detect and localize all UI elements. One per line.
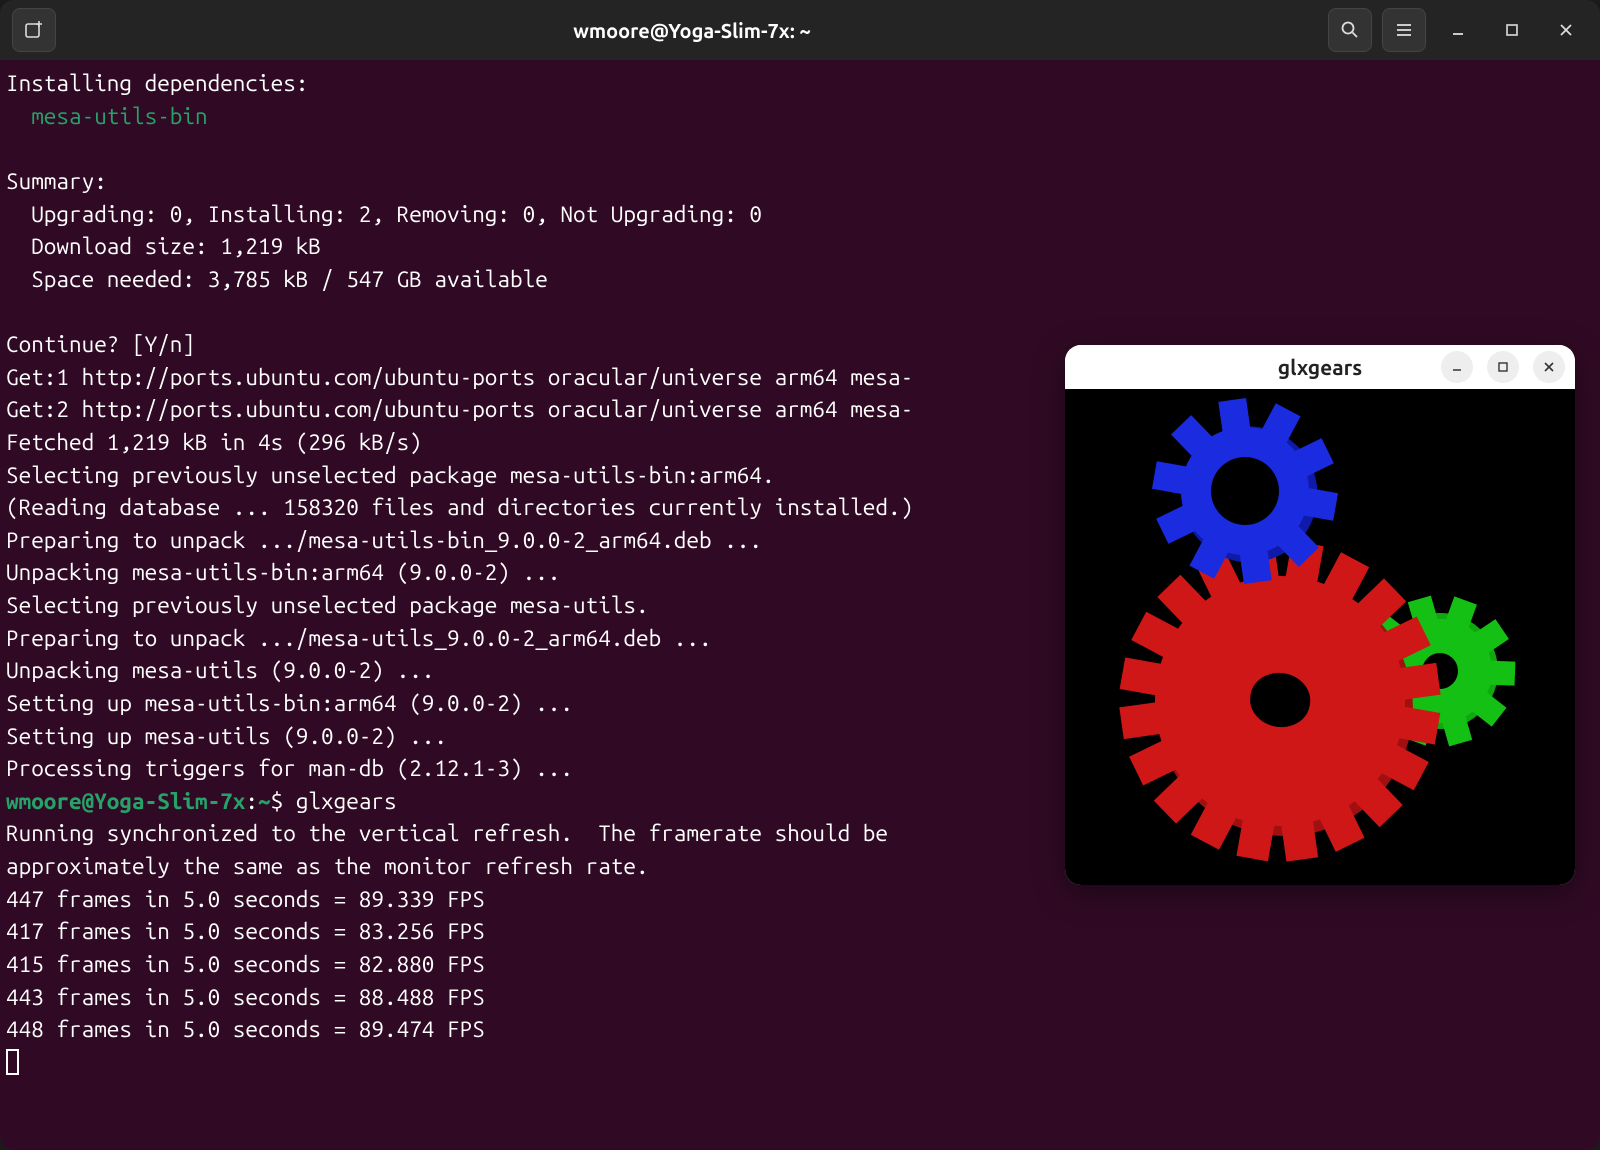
search-icon [1340,20,1360,40]
glxgears-titlebar: glxgears [1065,345,1575,389]
maximize-button[interactable] [1490,8,1534,52]
term-line: Get:1 http://ports.ubuntu.com/ubuntu-por… [6,365,913,390]
term-line: Get:2 http://ports.ubuntu.com/ubuntu-por… [6,397,913,422]
term-line: Space needed: 3,785 kB / 547 GB availabl… [31,267,548,292]
glxgears-canvas [1065,389,1575,885]
term-line: Preparing to unpack .../mesa-utils_9.0.0… [6,626,712,651]
glxgears-window-controls [1441,351,1565,383]
term-line: Unpacking mesa-utils (9.0.0-2) ... [6,658,434,683]
glx-maximize-button[interactable] [1487,351,1519,383]
term-line: Selecting previously unselected package … [6,593,649,618]
gears-graphic [1065,389,1575,885]
glx-minimize-button[interactable] [1441,351,1473,383]
new-tab-button[interactable] [12,8,56,52]
term-line: Setting up mesa-utils-bin:arm64 (9.0.0-2… [6,691,573,716]
term-package: mesa-utils-bin [31,104,207,129]
term-line: 417 frames in 5.0 seconds = 83.256 FPS [6,919,485,944]
term-line: approximately the same as the monitor re… [6,854,649,879]
term-line: (Reading database ... 158320 files and d… [6,495,913,520]
term-line: Setting up mesa-utils (9.0.0-2) ... [6,724,447,749]
close-icon [1543,361,1555,373]
terminal-cursor [6,1049,19,1075]
term-line: Preparing to unpack .../mesa-utils-bin_9… [6,528,762,553]
glx-close-button[interactable] [1533,351,1565,383]
window-title: wmoore@Yoga-Slim-7x: ~ [66,19,1318,42]
close-icon [1558,22,1574,38]
term-line: 415 frames in 5.0 seconds = 82.880 FPS [6,952,485,977]
term-line: Summary: [6,169,107,194]
minimize-icon [1450,22,1466,38]
glxgears-window[interactable]: glxgears [1065,345,1575,885]
term-line: Continue? [Y/n] [6,332,195,357]
term-line: Processing triggers for man-db (2.12.1-3… [6,756,573,781]
search-button[interactable] [1328,8,1372,52]
term-line: 447 frames in 5.0 seconds = 89.339 FPS [6,887,485,912]
prompt-colon: : [245,789,258,814]
new-tab-icon [24,20,44,40]
minimize-button[interactable] [1436,8,1480,52]
term-line: Fetched 1,219 kB in 4s (296 kB/s) [6,430,422,455]
hamburger-icon [1394,20,1414,40]
maximize-icon [1504,22,1520,38]
term-line: Installing dependencies: [6,71,308,96]
minimize-icon [1451,361,1463,373]
terminal-titlebar: wmoore@Yoga-Slim-7x: ~ [0,0,1600,60]
prompt-dollar: $ [271,789,296,814]
term-line: Selecting previously unselected package … [6,463,775,488]
term-line: 443 frames in 5.0 seconds = 88.488 FPS [6,985,485,1010]
glxgears-title: glxgears [1278,355,1362,379]
term-line: Unpacking mesa-utils-bin:arm64 (9.0.0-2)… [6,560,560,585]
prompt-command: glxgears [296,789,397,814]
close-button[interactable] [1544,8,1588,52]
term-line: Running synchronized to the vertical ref… [6,821,888,846]
prompt-path: ~ [258,789,271,814]
term-line: 448 frames in 5.0 seconds = 89.474 FPS [6,1017,485,1042]
menu-button[interactable] [1382,8,1426,52]
term-line: Upgrading: 0, Installing: 2, Removing: 0… [31,202,762,227]
prompt-user: wmoore@Yoga-Slim-7x [6,789,245,814]
term-line: Download size: 1,219 kB [31,234,321,259]
maximize-icon [1497,361,1509,373]
